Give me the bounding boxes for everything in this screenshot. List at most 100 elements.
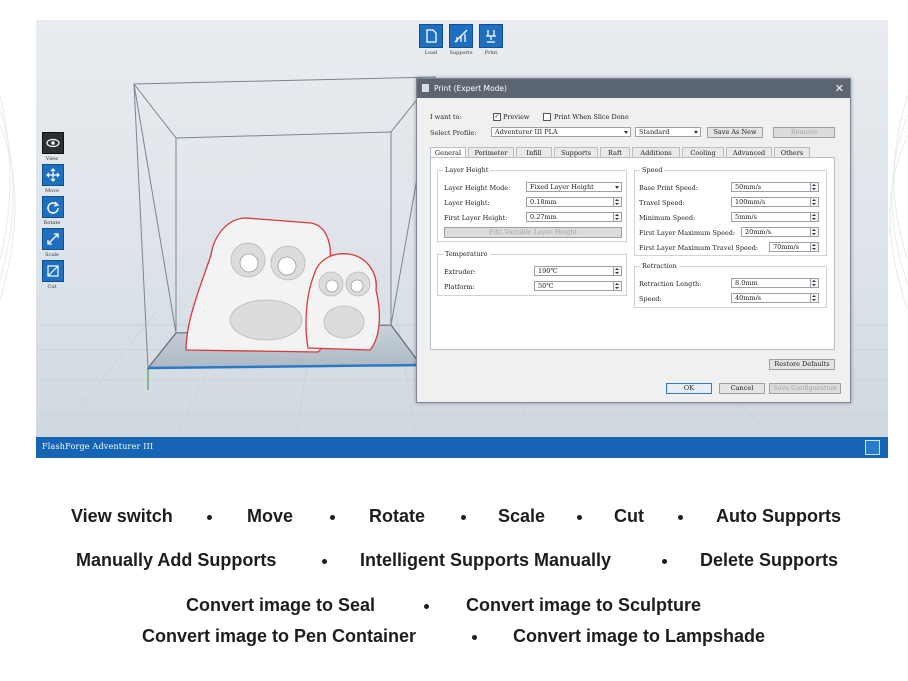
feature-convert-pen-container: Convert image to Pen Container bbox=[142, 626, 417, 646]
cut-tool[interactable]: Cut bbox=[42, 260, 64, 290]
minimum-speed-value: 5mm/s bbox=[735, 213, 757, 221]
supports-icon bbox=[449, 24, 473, 48]
cut-icon bbox=[42, 260, 64, 282]
separator-dot bbox=[577, 515, 582, 520]
quality-select[interactable]: Standard bbox=[635, 127, 701, 137]
platform-temp-field[interactable]: 50℃ bbox=[534, 281, 622, 291]
restore-defaults-button[interactable]: Restore Defaults bbox=[769, 359, 835, 370]
tab-infill[interactable]: Infill bbox=[516, 147, 552, 157]
layer-height-spinner[interactable] bbox=[613, 198, 621, 206]
temperature-group-title: Temperature bbox=[443, 250, 490, 258]
save-as-new-button[interactable]: Save As New bbox=[707, 127, 763, 138]
separator-dot bbox=[322, 559, 327, 564]
feature-manually-add-supports: Manually Add Supports bbox=[76, 550, 277, 570]
scale-icon bbox=[42, 228, 64, 250]
extruder-temp-value: 190℃ bbox=[538, 267, 558, 275]
first-layer-height-spinner[interactable] bbox=[613, 213, 621, 221]
base-print-speed-label: Base Print Speed: bbox=[639, 184, 698, 192]
cancel-button[interactable]: Cancel bbox=[719, 383, 765, 394]
printer-status-icon[interactable] bbox=[865, 440, 880, 455]
retraction-length-spinner[interactable] bbox=[810, 279, 818, 287]
first-layer-height-value: 0.27mm bbox=[530, 213, 557, 221]
tab-raft[interactable]: Raft bbox=[600, 147, 630, 157]
first-layer-max-speed-spinner[interactable] bbox=[810, 228, 818, 236]
layer-height-group-title: Layer Height bbox=[443, 166, 491, 174]
first-layer-max-speed-field[interactable]: 20mm/s bbox=[741, 227, 819, 237]
feature-auto-supports: Auto Supports bbox=[716, 506, 841, 526]
travel-speed-value: 100mm/s bbox=[735, 198, 766, 206]
print-label: Print bbox=[484, 50, 498, 56]
feature-convert-lampshade: Convert image to Lampshade bbox=[513, 626, 766, 646]
first-layer-max-travel-speed-spinner[interactable] bbox=[810, 243, 818, 251]
speed-group: Speed Base Print Speed: 50mm/s Travel Sp… bbox=[634, 166, 827, 256]
layer-height-group: Layer Height Layer Height Mode: Fixed La… bbox=[437, 166, 627, 242]
tab-advanced[interactable]: Advanced bbox=[726, 147, 772, 157]
tab-cooling[interactable]: Cooling bbox=[682, 147, 724, 157]
retraction-speed-label: Speed: bbox=[639, 295, 662, 303]
feature-rotate: Rotate bbox=[369, 506, 426, 526]
print-tool[interactable]: Print bbox=[478, 24, 504, 56]
separator-dot bbox=[662, 559, 667, 564]
remove-button[interactable]: Remove bbox=[773, 127, 835, 138]
select-profile-label: Select Profile: bbox=[430, 129, 477, 137]
supports-tool[interactable]: Supports bbox=[448, 24, 474, 56]
base-print-speed-value: 50mm/s bbox=[735, 183, 762, 191]
travel-speed-field[interactable]: 100mm/s bbox=[731, 197, 819, 207]
profile-value: Adventurer III PLA bbox=[495, 128, 558, 136]
minimum-speed-label: Minimum Speed: bbox=[639, 214, 696, 222]
tab-perimeter[interactable]: Perimeter bbox=[468, 147, 514, 157]
retraction-speed-field[interactable]: 40mm/s bbox=[731, 293, 819, 303]
platform-label: Platform: bbox=[444, 283, 475, 291]
i-want-to-label: I want to: bbox=[430, 113, 462, 121]
retraction-speed-spinner[interactable] bbox=[810, 294, 818, 302]
feature-move: Move bbox=[247, 506, 294, 526]
travel-speed-spinner[interactable] bbox=[810, 198, 818, 206]
print-icon bbox=[479, 24, 503, 48]
edit-variable-layer-height-button[interactable]: Edit Variable Layer Height bbox=[444, 227, 622, 238]
separator-dot bbox=[678, 515, 683, 520]
rotate-tool[interactable]: Rotate bbox=[42, 196, 64, 226]
layer-height-value: 0.18mm bbox=[530, 198, 557, 206]
load-label: Load bbox=[424, 50, 438, 56]
first-layer-max-travel-speed-field[interactable]: 70mm/s bbox=[769, 242, 819, 252]
eye-icon bbox=[42, 132, 64, 154]
profile-select[interactable]: Adventurer III PLA bbox=[491, 127, 631, 137]
status-bar: FlashForge Adventurer III bbox=[36, 437, 888, 458]
view-tool[interactable]: View bbox=[42, 132, 64, 162]
print-when-slice-done-checkbox[interactable] bbox=[543, 113, 551, 121]
travel-speed-label: Travel Speed: bbox=[639, 199, 685, 207]
retraction-length-value: 8.0mm bbox=[735, 279, 758, 287]
base-print-speed-field[interactable]: 50mm/s bbox=[731, 182, 819, 192]
layer-height-mode-select[interactable]: Fixed Layer Height bbox=[526, 182, 622, 192]
tab-others[interactable]: Others bbox=[774, 147, 810, 157]
save-configuration-button[interactable]: Save Configuration bbox=[769, 383, 841, 394]
retraction-length-field[interactable]: 8.0mm bbox=[731, 278, 819, 288]
base-print-speed-spinner[interactable] bbox=[810, 183, 818, 191]
first-layer-height-label: First Layer Height: bbox=[444, 214, 508, 222]
print-when-slice-done-label: Print When Slice Done bbox=[554, 113, 629, 121]
move-tool[interactable]: Move bbox=[42, 164, 64, 194]
minimum-speed-spinner[interactable] bbox=[810, 213, 818, 221]
speed-group-title: Speed bbox=[640, 166, 665, 174]
quality-value: Standard bbox=[639, 128, 670, 136]
tab-supports[interactable]: Supports bbox=[554, 147, 598, 157]
first-layer-max-travel-speed-value: 70mm/s bbox=[773, 243, 800, 251]
first-layer-height-field[interactable]: 0.27mm bbox=[526, 212, 622, 222]
close-icon[interactable]: ✕ bbox=[835, 82, 844, 95]
extruder-temp-spinner[interactable] bbox=[613, 267, 621, 275]
layer-height-field[interactable]: 0.18mm bbox=[526, 197, 622, 207]
minimum-speed-field[interactable]: 5mm/s bbox=[731, 212, 819, 222]
platform-temp-spinner[interactable] bbox=[613, 282, 621, 290]
first-layer-max-speed-label: First Layer Maximum Speed: bbox=[639, 229, 736, 237]
dialog-title: Print (Expert Mode) bbox=[434, 84, 507, 93]
slicer-app-window: Load Supports Print View Move Rotate Sca… bbox=[36, 20, 888, 458]
dialog-app-icon bbox=[422, 84, 429, 92]
extruder-temp-field[interactable]: 190℃ bbox=[534, 266, 622, 276]
preview-label: Preview bbox=[503, 113, 530, 121]
ok-button[interactable]: OK bbox=[666, 383, 712, 394]
load-tool[interactable]: Load bbox=[418, 24, 444, 56]
scale-tool[interactable]: Scale bbox=[42, 228, 64, 258]
feature-convert-seal: Convert image to Seal bbox=[186, 595, 376, 615]
preview-checkbox[interactable]: ✓ bbox=[493, 113, 501, 121]
tab-additions[interactable]: Additions bbox=[632, 147, 680, 157]
